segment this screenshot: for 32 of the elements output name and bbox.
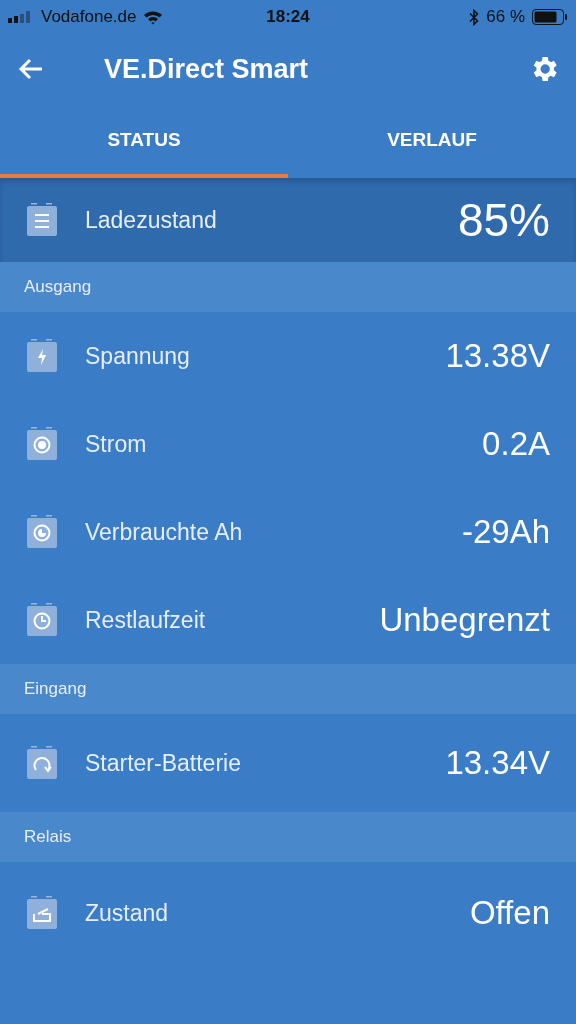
row-value: 13.38V — [445, 337, 550, 375]
screen-title: VE.Direct Smart — [104, 53, 310, 85]
row-value: 13.34V — [445, 744, 550, 782]
carrier-name: Vodafone.de — [41, 7, 137, 27]
row-label: Strom — [85, 430, 148, 458]
battery-clock-icon — [26, 603, 58, 637]
row-label: Ladezustand — [85, 206, 218, 234]
row-value: 0.2A — [482, 425, 550, 463]
row-label: Spannung — [85, 342, 191, 370]
row-label: Restlaufzeit — [85, 606, 207, 634]
row-label: Zustand — [85, 899, 170, 927]
section-header: Eingang — [0, 664, 576, 714]
row-value: Unbegrenzt — [379, 601, 550, 639]
battery-icon — [532, 9, 568, 25]
row-label: Starter-Batterie — [85, 749, 242, 777]
row-label: Verbrauchte Ah — [85, 518, 244, 546]
bluetooth-icon — [469, 8, 480, 26]
battery-list-icon — [26, 203, 58, 237]
battery-refresh-icon — [26, 746, 58, 780]
row-value: -29Ah — [461, 513, 550, 551]
battery-percent: 66 % — [486, 7, 525, 27]
tab[interactable]: VERLAUF — [288, 104, 576, 178]
battery-bolt-icon — [26, 339, 58, 373]
row-value: 85% — [457, 193, 550, 247]
section-header: Ausgang — [0, 262, 576, 312]
battery-relay-icon — [26, 896, 58, 930]
row-value: Offen — [469, 894, 550, 932]
battery-moon-icon — [26, 515, 58, 549]
section-header: Relais — [0, 812, 576, 862]
wifi-icon — [143, 9, 164, 25]
back-arrow-icon — [18, 58, 44, 80]
clock-time: 18:24 — [266, 7, 310, 27]
